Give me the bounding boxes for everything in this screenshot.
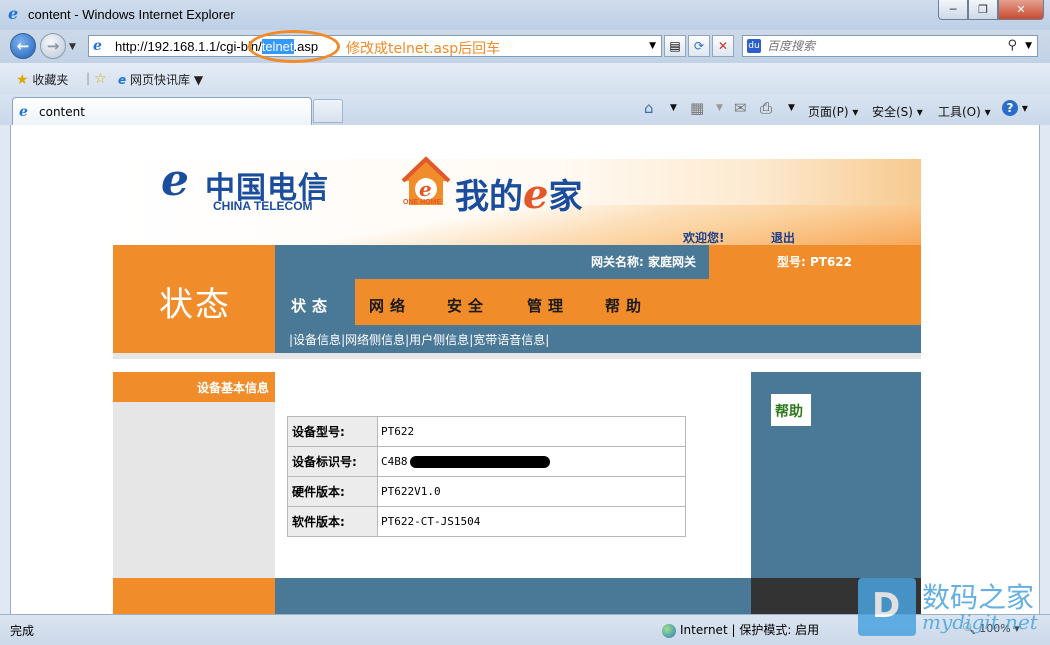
tab-bar: e content ⌂ ▼ ▦ ▼ ✉ ⎙ ▼ 页面(P) ▾ 安全(S) ▾ … (0, 95, 1050, 125)
favorites-button[interactable]: ★ 收藏夹 (16, 71, 68, 88)
tab-help[interactable]: 帮助 (605, 295, 647, 316)
tools-menu[interactable]: 工具(O) ▾ (938, 103, 991, 120)
annotation-text: 修改成telnet.asp后回车 (346, 41, 501, 57)
stop-icon: ✕ (717, 39, 729, 53)
forward-arrow-icon: → (46, 37, 60, 55)
help-heading: 帮助 (771, 394, 811, 426)
help-menu[interactable]: ? ▾ (1002, 100, 1028, 116)
table-row: 设备标识号: C4B8 (287, 446, 686, 477)
section-title: 状态 (159, 285, 231, 325)
watermark-logo-icon: D (858, 578, 916, 636)
logout-link[interactable]: 退出 (771, 229, 795, 246)
print-icon[interactable]: ⎙ (760, 99, 772, 117)
feeds-dropdown-icon[interactable]: ▼ (716, 103, 723, 113)
annotation-circle (248, 30, 340, 63)
minimize-button[interactable]: ─ (938, 0, 968, 20)
feeds-icon[interactable]: ▦ (690, 99, 704, 117)
ie-logo-icon: e (8, 4, 19, 23)
help-icon: ? (1002, 100, 1018, 116)
table-row: 设备型号: PT622 (287, 416, 686, 447)
home-icon[interactable]: ⌂ (644, 99, 654, 117)
refresh-button[interactable]: ⟳ (688, 35, 710, 57)
subnav-lan-info[interactable]: 用户侧信息 (409, 333, 469, 347)
redaction-mark (409, 456, 550, 468)
read-mail-icon[interactable]: ✉ (734, 99, 747, 117)
close-window-button[interactable]: ✕ (998, 0, 1044, 20)
compatibility-view-button[interactable]: ▤ (664, 35, 686, 57)
page-icon: e (93, 38, 102, 54)
security-zone[interactable]: Internet | 保护模式: 启用 (662, 621, 819, 638)
sidebar-heading: 设备基本信息 (113, 372, 275, 402)
section-title-panel: 状态 (113, 245, 275, 353)
search-input[interactable] (767, 38, 1007, 54)
main-menu: 状态 网络 安全 管理 帮助 (275, 279, 921, 325)
refresh-icon: ⟳ (693, 39, 705, 53)
tab-network[interactable]: 网络 (369, 295, 411, 316)
tab-content[interactable]: e content (12, 97, 312, 125)
footer-middle (275, 578, 751, 614)
subnav-wan-info[interactable]: 网络侧信息 (345, 333, 405, 347)
toolbar-divider: | (86, 71, 91, 85)
web-slice-dropdown-icon: ▼ (193, 73, 204, 87)
globe-icon (662, 623, 676, 638)
add-favorite-icon: ☆ (94, 71, 107, 87)
gateway-name: 网关名称: 家庭网关 (591, 255, 696, 269)
subnav-device-info[interactable]: 设备信息 (293, 333, 341, 347)
sub-menu: |设备信息|网络侧信息|用户侧信息|宽带语音信息| (275, 325, 921, 353)
new-tab-button[interactable] (313, 99, 343, 123)
footer-left (113, 578, 275, 614)
history-dropdown-icon[interactable]: ▼ (69, 42, 76, 52)
china-telecom-mark-icon: e (161, 155, 189, 206)
back-button[interactable]: ← (10, 33, 36, 59)
stop-button[interactable]: ✕ (712, 35, 734, 57)
web-slice-gallery-button[interactable]: e 网页快讯库 ▼ (118, 71, 203, 88)
tab-label: content (39, 105, 85, 119)
device-model: 型号: PT622 (777, 255, 853, 269)
tab-management[interactable]: 管理 (527, 295, 569, 316)
left-sidebar: 设备基本信息 (113, 372, 275, 578)
favorites-star-icon: ★ (16, 72, 29, 88)
page-menu[interactable]: 页面(P) ▾ (808, 103, 858, 120)
gateway-info-bar: 网关名称: 家庭网关 型号: PT622 (275, 245, 921, 279)
print-dropdown-icon[interactable]: ▼ (788, 103, 795, 113)
tab-security[interactable]: 安全 (447, 295, 489, 316)
search-dropdown-icon[interactable]: ▼ (1025, 41, 1032, 51)
favorites-bar: ★ 收藏夹 | ☆ e 网页快讯库 ▼ (0, 63, 1050, 95)
baidu-icon: du (747, 39, 761, 53)
subnav-voip-info[interactable]: 宽带语音信息 (473, 333, 545, 347)
tab-status[interactable]: 状态 (275, 279, 355, 325)
window-title: content - Windows Internet Explorer (28, 7, 235, 22)
back-arrow-icon: ← (16, 37, 30, 55)
router-header: e 中国电信 CHINA TELECOM e ONE HOME 我的e家 (113, 155, 921, 245)
watermark: D 数码之家 mydigit.net (858, 576, 1044, 638)
safety-menu[interactable]: 安全(S) ▾ (872, 103, 923, 120)
welcome-text: 欢迎您! (683, 231, 725, 245)
home-dropdown-icon[interactable]: ▼ (670, 103, 677, 113)
tab-page-icon: e (19, 104, 28, 120)
table-row: 硬件版本: PT622V1.0 (287, 476, 686, 507)
maximize-button[interactable]: ❐ (968, 0, 998, 20)
forward-button[interactable]: → (40, 33, 66, 59)
compat-icon: ▤ (669, 39, 681, 53)
window-controls: ─ ❐ ✕ (938, 0, 1044, 20)
page-viewport: e 中国电信 CHINA TELECOM e ONE HOME 我的e家 欢迎您… (10, 125, 1040, 614)
web-slice-icon: e (118, 73, 127, 87)
help-sidebar: 帮助 (751, 372, 921, 578)
add-favorite-button[interactable]: ☆ (94, 71, 107, 87)
address-dropdown-icon[interactable]: ▼ (649, 41, 656, 51)
status-text: 完成 (10, 624, 35, 638)
table-row: 软件版本: PT622-CT-JS1504 (287, 506, 686, 537)
device-info-table: 设备型号: PT622 设备标识号: C4B8 硬件版本: PT622V1.0 … (287, 416, 686, 537)
title-bar: e content - Windows Internet Explorer ─ … (0, 0, 1050, 30)
svg-text:e: e (419, 177, 432, 201)
address-toolbar: ← → ▼ e http://192.168.1.1/cgi-bin/telne… (0, 30, 1050, 63)
search-box[interactable]: du ⚲ ▼ (742, 35, 1038, 57)
search-icon[interactable]: ⚲ (1007, 38, 1017, 53)
